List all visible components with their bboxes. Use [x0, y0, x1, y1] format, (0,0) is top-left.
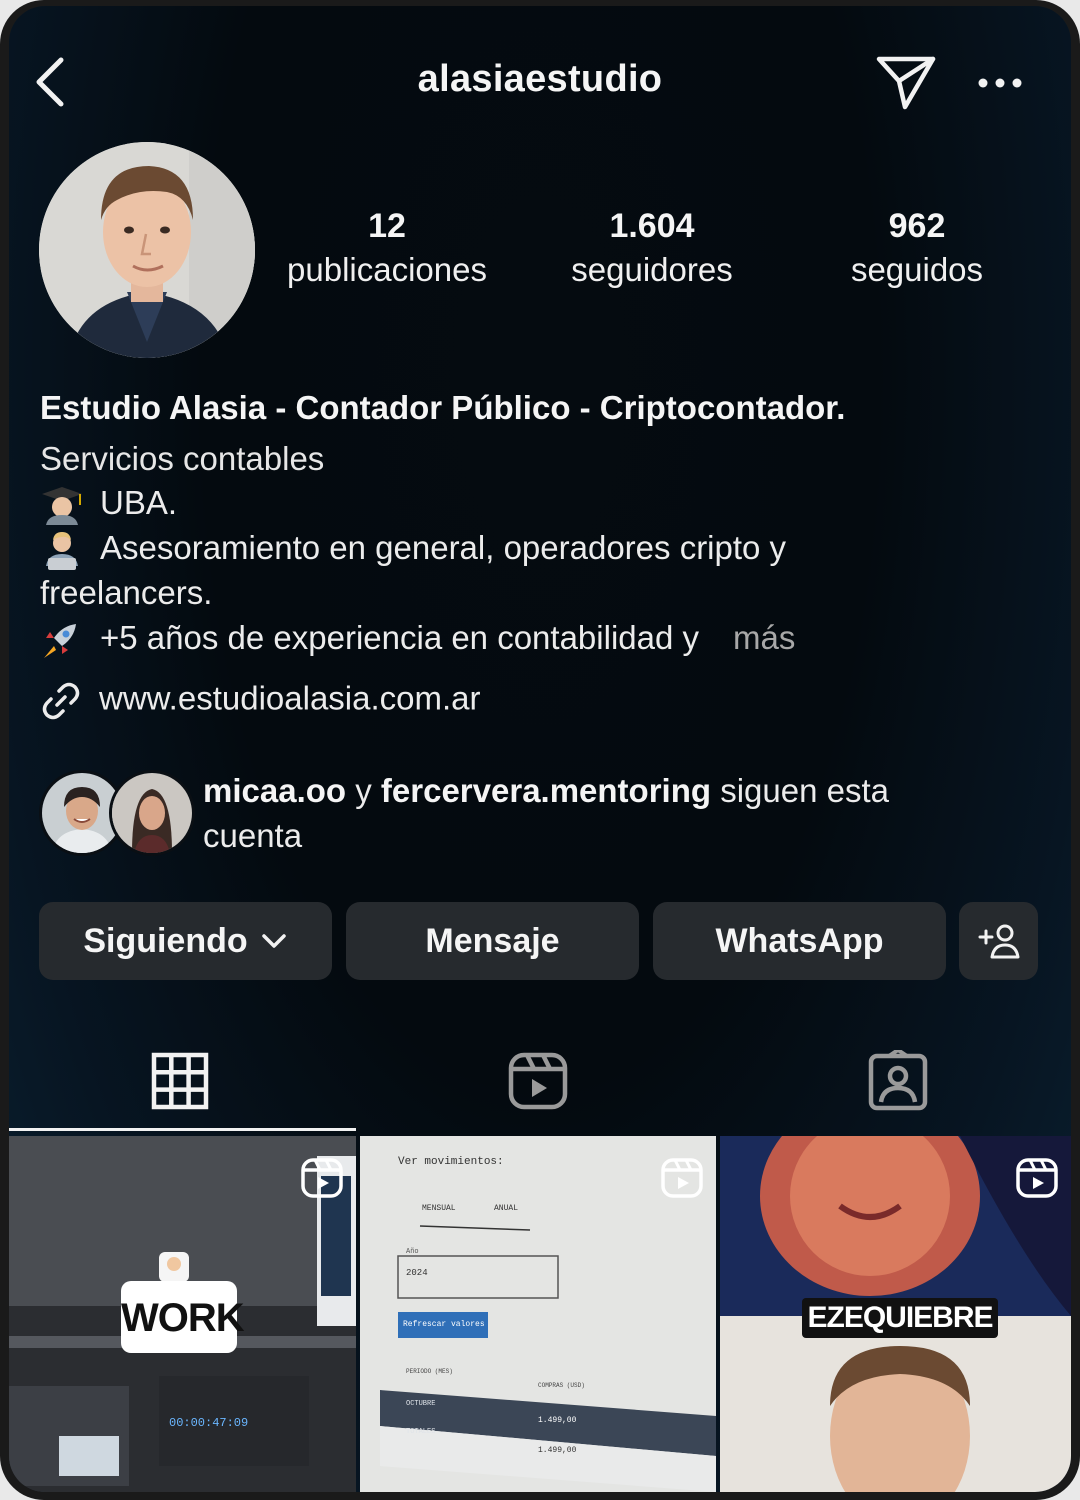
post-2-field-value: 2024	[406, 1268, 428, 1278]
post-tile-3[interactable]: EZEQUIEBRE	[720, 1136, 1071, 1492]
phone-frame: alasiaestudio 12 publicaciones 1.604 seg…	[0, 0, 1080, 1500]
bio-line-1-text: UBA.	[100, 484, 178, 521]
mutual-suffix-2: cuenta	[203, 817, 303, 854]
website-link[interactable]: www.estudioalasia.com.ar	[39, 679, 481, 723]
post-1-caption: WORK	[121, 1296, 245, 1340]
suggested-accounts-button[interactable]	[959, 902, 1038, 980]
link-icon	[42, 682, 80, 720]
post-2-tab-annual: ANUAL	[494, 1204, 519, 1213]
profile-avatar[interactable]	[39, 142, 255, 358]
following-count[interactable]: 962 seguidos	[792, 204, 1042, 292]
post-2-col2: COMPRAS (USD)	[538, 1382, 585, 1389]
svg-text:00:00:47:09: 00:00:47:09	[169, 1416, 248, 1430]
reel-badge-icon	[1016, 1158, 1058, 1198]
post-2-row2: TOTALES	[406, 1428, 436, 1436]
mutual-suffix: siguen esta	[720, 772, 890, 809]
whatsapp-button-label: WhatsApp	[715, 921, 884, 960]
mutual-followers-text[interactable]: micaa.oo y fercervera.mentoring siguen e…	[203, 768, 1003, 858]
post-3-caption: EZEQUIEBRE	[807, 1301, 993, 1334]
mutual-user-2: fercervera.mentoring	[380, 772, 712, 809]
message-button-label: Mensaje	[425, 921, 560, 960]
grid-icon[interactable]	[149, 1050, 211, 1112]
followers-count[interactable]: 1.604 seguidores	[527, 204, 777, 292]
posts-count-label: publicaciones	[287, 251, 487, 288]
mutual-connector: y	[355, 772, 372, 809]
website-link-text: www.estudioalasia.com.ar	[99, 679, 481, 717]
whatsapp-button[interactable]: WhatsApp	[653, 902, 946, 980]
post-tile-1[interactable]: 00:00:47:09 WORK	[9, 1136, 356, 1492]
rocket-emoji-icon	[44, 624, 76, 659]
mutual-followers-avatars[interactable]	[39, 770, 195, 856]
bio-line-3: freelancers.	[40, 574, 213, 611]
post-2-field-label: Año	[406, 1248, 419, 1256]
bio-line-4-text: +5 años de experiencia en contabilidad y	[100, 619, 700, 656]
post-2-row1: OCTUBRE	[406, 1400, 436, 1408]
following-count-value: 962	[888, 207, 946, 245]
message-button[interactable]: Mensaje	[346, 902, 639, 980]
bio-line-2-text: Asesoramiento en general, operadores cri…	[100, 529, 787, 566]
active-tab-indicator	[9, 1128, 356, 1131]
reels-icon[interactable]	[507, 1050, 569, 1112]
followers-count-label: seguidores	[571, 251, 733, 288]
chevron-down-icon	[261, 934, 286, 948]
bio-name: Estudio Alasia - Contador Público - Crip…	[40, 389, 846, 426]
followers-count-value: 1.604	[609, 207, 695, 245]
bio-more-link[interactable]: más	[733, 619, 795, 656]
post-2-tab-monthly: MENSUAL	[422, 1204, 456, 1213]
following-button-label: Siguiendo	[83, 921, 248, 960]
post-tile-2[interactable]: Ver movimientos: MENSUAL ANUAL Año 2024 …	[360, 1136, 716, 1492]
following-button[interactable]: Siguiendo	[39, 902, 332, 980]
posts-count[interactable]: 12 publicaciones	[262, 204, 512, 292]
post-2-row1-value: 1.499,00	[538, 1416, 577, 1425]
mutual-avatar-2	[109, 770, 195, 856]
post-2-button: Refrescar valores	[403, 1320, 485, 1329]
profile-screen: alasiaestudio 12 publicaciones 1.604 seg…	[9, 6, 1071, 1492]
graduate-emoji-icon	[42, 487, 82, 526]
bio-line-2: Asesoramiento en general, operadores cri…	[40, 529, 787, 571]
more-options-icon[interactable]	[975, 70, 1025, 96]
following-count-label: seguidos	[850, 251, 984, 288]
posts-count-value: 12	[368, 207, 406, 245]
bio-line-1: UBA.	[40, 484, 178, 526]
reel-badge-icon	[661, 1158, 703, 1198]
bio-line-4: +5 años de experiencia en contabilidad y…	[40, 619, 795, 660]
tagged-icon[interactable]	[867, 1050, 929, 1112]
add-person-icon	[978, 924, 1019, 959]
post-2-row2-value: 1.499,00	[538, 1446, 577, 1455]
bio-category: Servicios contables	[40, 440, 325, 477]
post-2-col1: PERIODO (MES)	[406, 1368, 453, 1375]
technologist-emoji-icon	[46, 532, 78, 571]
mutual-user-1: micaa.oo	[203, 772, 347, 809]
reel-badge-icon	[301, 1158, 343, 1198]
post-2-heading: Ver movimientos:	[398, 1156, 504, 1168]
send-message-icon[interactable]	[875, 53, 937, 111]
